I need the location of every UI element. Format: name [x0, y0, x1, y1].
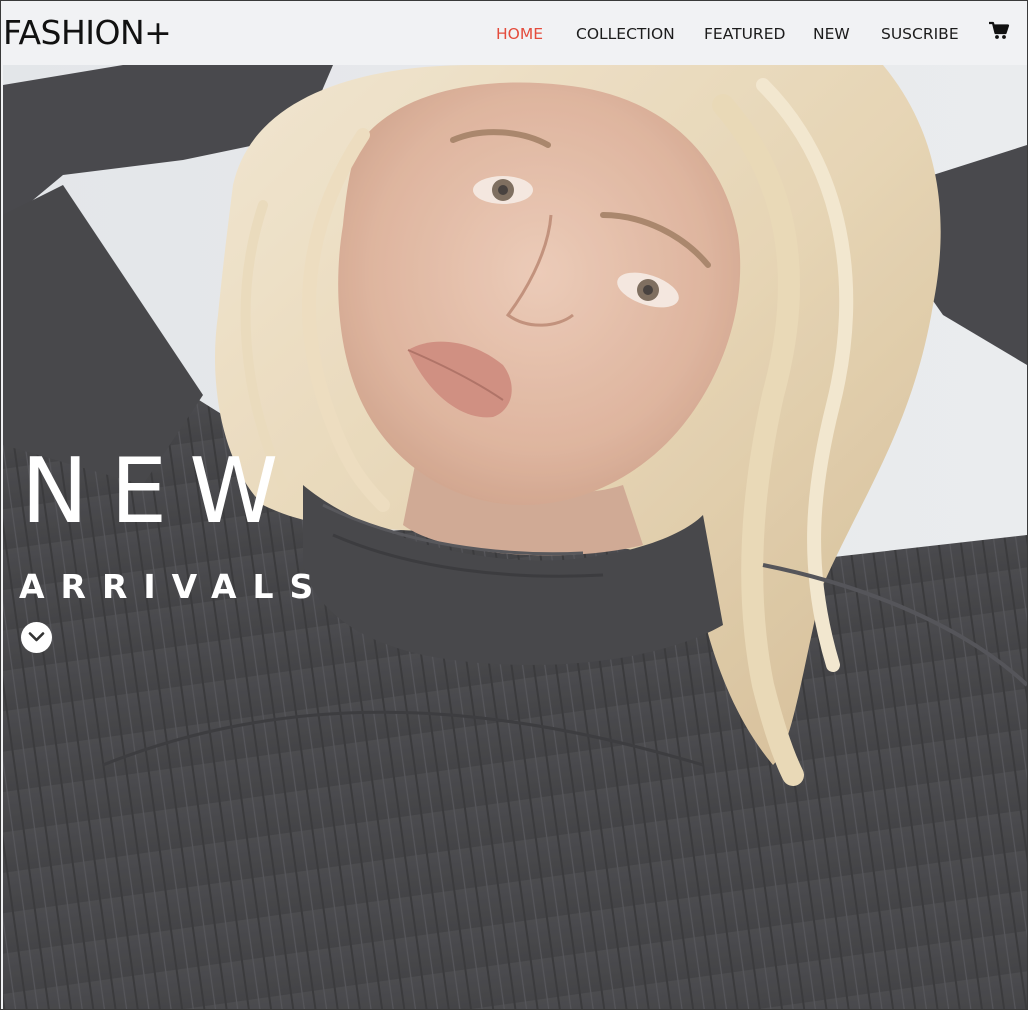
nav-links: HOME COLLECTION FEATURED NEW SUSCRIBE — [1, 23, 1027, 45]
shopping-cart-icon[interactable] — [988, 21, 1010, 41]
nav-home-link[interactable]: HOME — [496, 23, 543, 45]
hero-banner: NEW ARRIVALS — [3, 65, 1027, 1009]
page-frame: FASHION+ HOME COLLECTION FEATURED NEW SU… — [0, 0, 1028, 1010]
navbar: FASHION+ HOME COLLECTION FEATURED NEW SU… — [1, 1, 1027, 65]
hero-title: NEW — [21, 439, 301, 544]
scroll-down-button[interactable] — [21, 622, 52, 653]
hero-subtitle: ARRIVALS — [19, 567, 330, 606]
nav-featured-link[interactable]: FEATURED — [704, 23, 785, 45]
chevron-down-icon — [28, 632, 45, 642]
nav-collection-link[interactable]: COLLECTION — [576, 23, 675, 45]
nav-new-link[interactable]: NEW — [813, 23, 850, 45]
nav-subscribe-link[interactable]: SUSCRIBE — [881, 23, 959, 45]
